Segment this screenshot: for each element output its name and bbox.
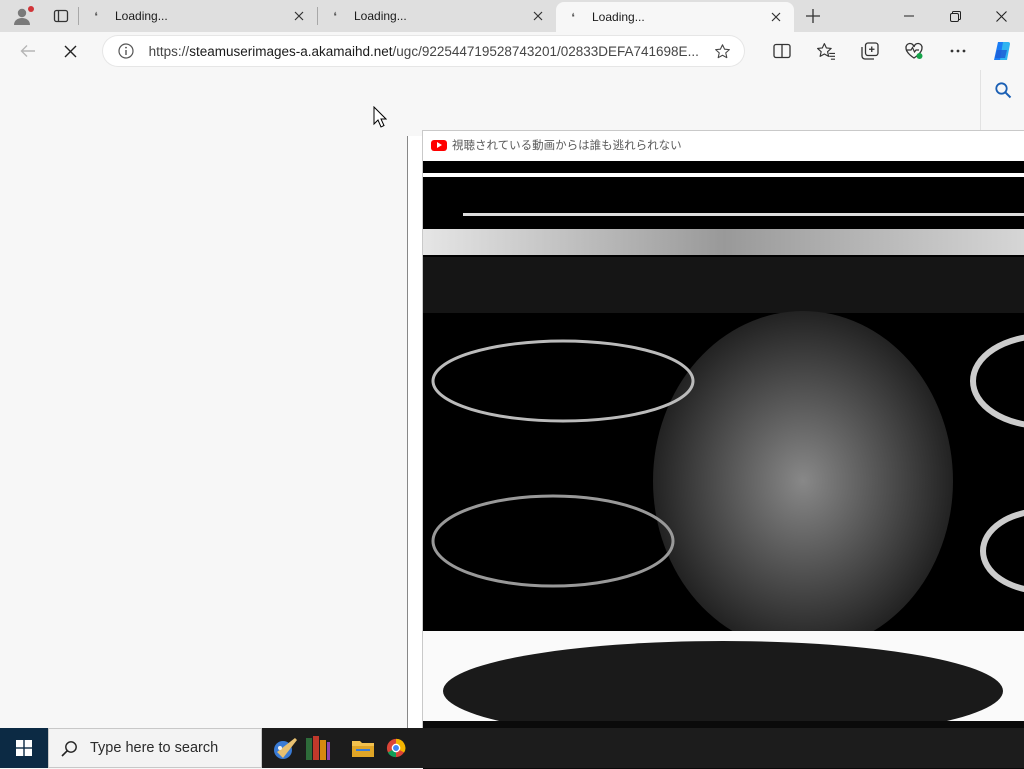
- tab-3-active[interactable]: ❛ Loading...: [556, 2, 794, 32]
- restore-button[interactable]: [932, 0, 978, 32]
- windows-taskbar: Type here to search: [0, 728, 1024, 768]
- collections-button[interactable]: [848, 35, 892, 67]
- stop-icon: [64, 45, 77, 57]
- back-arrow-icon: [20, 45, 35, 57]
- notification-dot: [28, 6, 34, 12]
- taskbar-app-file-explorer[interactable]: [340, 728, 386, 768]
- tab-actions-icon: [53, 9, 69, 23]
- window-close-icon: [995, 10, 1007, 22]
- tab-2[interactable]: ❛ Loading...: [318, 0, 556, 32]
- url-prefix: https://: [148, 43, 190, 59]
- toolbar-icons: [760, 35, 1024, 67]
- tab-title: Loading...: [354, 9, 407, 23]
- search-icon: [61, 740, 77, 757]
- info-icon: [118, 43, 134, 59]
- loading-favicon-icon: ❛: [94, 9, 98, 23]
- plus-icon: [806, 9, 820, 23]
- taskbar-search-box[interactable]: Type here to search: [48, 728, 262, 768]
- tab-actions-button[interactable]: [44, 0, 78, 32]
- stop-button[interactable]: [51, 35, 90, 67]
- restore-icon: [949, 10, 961, 22]
- tab-1[interactable]: ❛ Loading...: [79, 0, 317, 32]
- close-icon: [771, 12, 781, 22]
- more-button[interactable]: [936, 35, 980, 67]
- tab-title: Loading...: [592, 10, 645, 24]
- copilot-button[interactable]: [980, 35, 1024, 67]
- taskbar-app-chrome[interactable]: [386, 728, 406, 768]
- star-icon: [714, 43, 730, 58]
- taskbar-app-library[interactable]: [294, 728, 340, 768]
- video-frame[interactable]: [423, 161, 1024, 769]
- split-screen-button[interactable]: [760, 35, 804, 67]
- search-icon: [995, 82, 1012, 99]
- profile-button[interactable]: [0, 0, 44, 32]
- tab-strip: ❛ Loading... ❛ Loading... ❛ Loading...: [0, 0, 1024, 32]
- minimize-icon: [904, 15, 914, 17]
- tab-close-button[interactable]: [526, 4, 550, 28]
- popup-title: 視聴されている動画からは誰も逃れられない: [452, 138, 682, 152]
- mouse-cursor-icon: [373, 106, 387, 128]
- performance-button[interactable]: [892, 35, 936, 67]
- close-icon: [294, 11, 304, 21]
- close-icon: [533, 11, 543, 21]
- window-controls: [886, 0, 1024, 32]
- favorites-button[interactable]: [804, 35, 848, 67]
- tab-close-button[interactable]: [764, 5, 788, 29]
- popup-title-bar[interactable]: 視聴されている動画からは誰も逃れられない: [423, 131, 1024, 159]
- minimize-button[interactable]: [886, 0, 932, 32]
- address-bar[interactable]: https://steamuserimages-a.akamaihd.net/u…: [102, 36, 744, 66]
- new-tab-button[interactable]: [794, 0, 832, 32]
- back-button[interactable]: [8, 35, 47, 67]
- browser-toolbar: https://steamuserimages-a.akamaihd.net/u…: [0, 32, 1024, 70]
- favorites-icon: [816, 43, 835, 60]
- split-screen-icon: [773, 43, 791, 59]
- url-text[interactable]: https://steamuserimages-a.akamaihd.net/u…: [149, 44, 709, 59]
- sidebar-search-button[interactable]: [981, 70, 1024, 110]
- heart-pulse-icon: [905, 42, 923, 59]
- books-app-icon: [306, 736, 330, 760]
- tab-title: Loading...: [115, 9, 168, 23]
- popup-video-window[interactable]: 視聴されている動画からは誰も逃れられない: [422, 130, 1024, 769]
- site-info-button[interactable]: [117, 42, 135, 60]
- taskbar-search-placeholder: Type here to search: [90, 740, 219, 756]
- url-host: steamuserimages-a.akamaihd.net: [189, 43, 393, 59]
- start-button[interactable]: [0, 728, 48, 768]
- chrome-icon: [386, 738, 406, 758]
- folder-icon: [352, 741, 374, 757]
- loading-favicon-icon: ❛: [571, 10, 575, 24]
- window-close-button[interactable]: [978, 0, 1024, 32]
- youtube-icon: [431, 139, 447, 151]
- more-icon: [950, 49, 966, 53]
- url-path: /ugc/922544719528743201/02833DEFA741698E…: [392, 43, 699, 59]
- loading-favicon-icon: ❛: [333, 9, 337, 23]
- tab-close-button[interactable]: [287, 4, 311, 28]
- copilot-icon: [994, 42, 1010, 60]
- add-favorite-button[interactable]: [712, 41, 732, 61]
- windows-logo-icon: [16, 740, 32, 756]
- distorted-video-image: [423, 161, 1024, 769]
- collections-icon: [861, 42, 879, 60]
